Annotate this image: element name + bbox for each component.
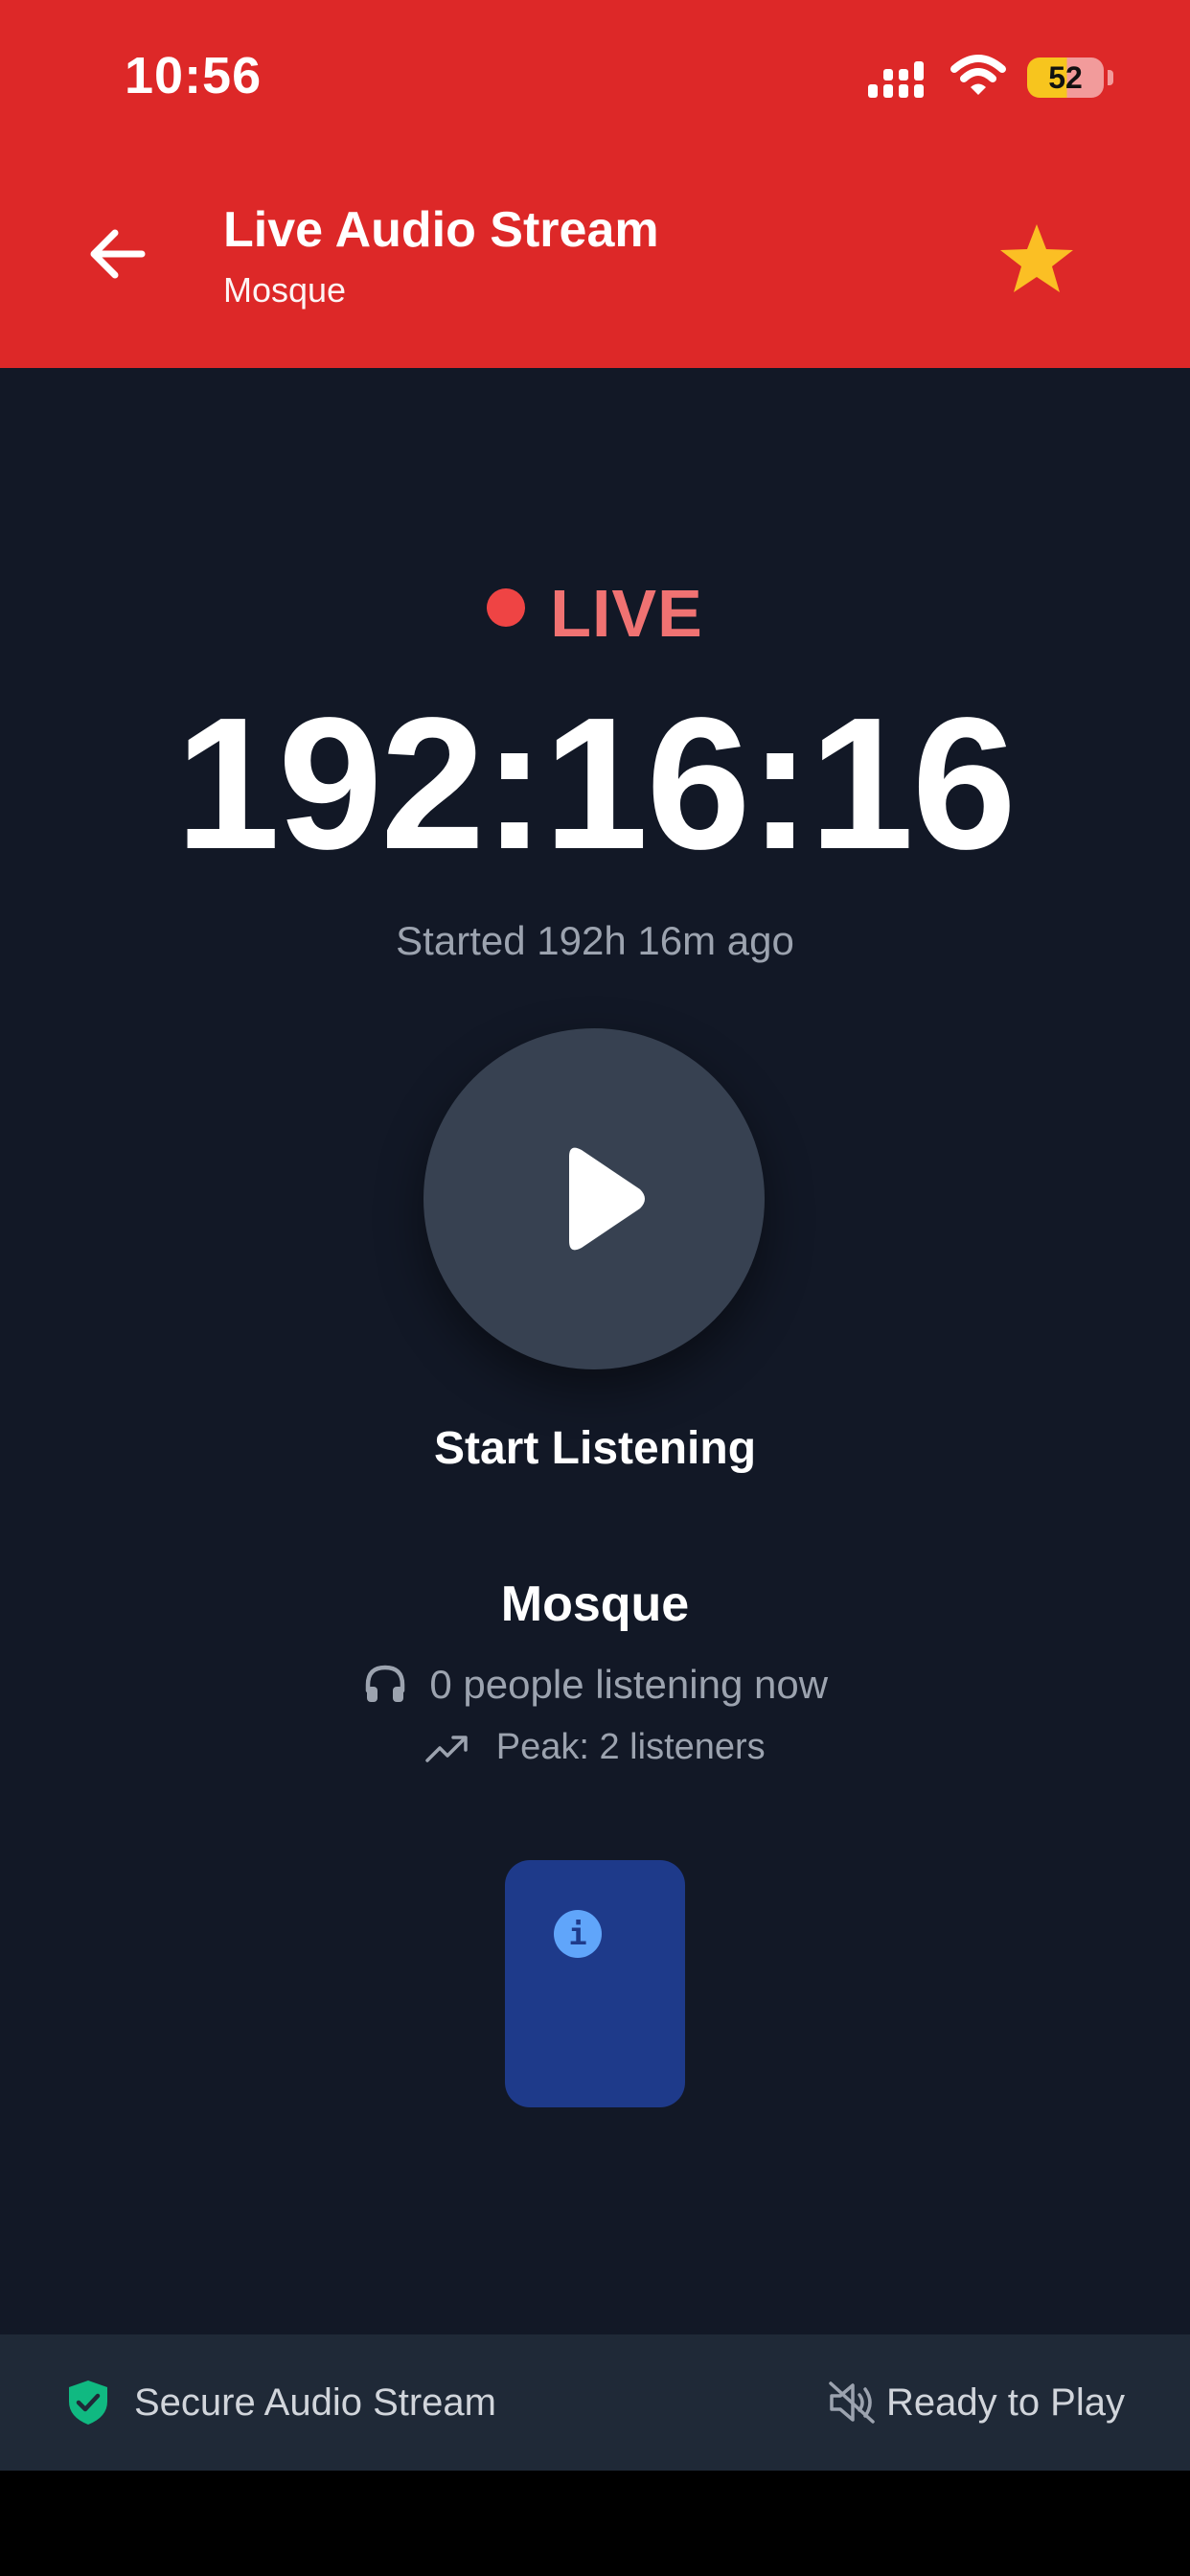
live-indicator: LIVE <box>0 575 1190 652</box>
ready-to-play-text: Ready to Play <box>885 2381 1125 2424</box>
star-icon <box>1000 224 1073 292</box>
peak-listeners-text: Peak: 2 listeners <box>495 1727 766 1767</box>
wifi-icon <box>950 55 1006 95</box>
started-text: Started 192h 16m ago <box>396 918 794 963</box>
battery-indicator: 52 <box>1027 58 1113 98</box>
info-icon: i <box>554 1910 602 1958</box>
page-title: Live Audio Stream <box>223 202 659 258</box>
arrow-left-icon <box>90 229 146 279</box>
play-icon <box>569 1147 645 1251</box>
favorite-button[interactable] <box>996 218 1077 299</box>
start-listening-label: Start Listening <box>433 1423 757 1474</box>
trending-up-icon <box>425 1735 469 1762</box>
back-button[interactable] <box>84 220 161 288</box>
listeners-row: 0 people listening now <box>0 1662 1190 1719</box>
info-card[interactable]: i <box>505 1860 685 2107</box>
shield-check-icon <box>69 2380 107 2425</box>
headphones-icon <box>365 1665 405 1702</box>
app-header: 10:56 52 Live Audio Stream Mosque <box>0 0 1190 368</box>
home-indicator-area <box>0 2471 1190 2576</box>
listeners-count-text: 0 people listening now <box>429 1662 829 1707</box>
live-label: LIVE <box>550 576 703 651</box>
page-subtitle: Mosque <box>223 270 347 310</box>
station-name: Mosque <box>500 1576 690 1632</box>
peak-row: Peak: 2 listeners <box>0 1727 1190 1775</box>
status-time: 10:56 <box>125 47 263 104</box>
cellular-signal-icon <box>868 61 924 98</box>
elapsed-timer: 192:16:16 <box>175 678 1017 888</box>
play-button[interactable] <box>423 1028 765 1369</box>
speaker-muted-icon <box>829 2381 875 2424</box>
battery-level: 52 <box>1048 60 1083 95</box>
bottom-status-bar: Secure Audio Stream Ready to Play <box>0 2334 1190 2471</box>
battery-tip <box>1108 70 1113 85</box>
app-screen: 10:56 52 Live Audio Stream Mosque LIVE 1… <box>0 0 1190 2576</box>
live-dot <box>487 588 526 627</box>
secure-stream-text: Secure Audio Stream <box>134 2381 496 2424</box>
